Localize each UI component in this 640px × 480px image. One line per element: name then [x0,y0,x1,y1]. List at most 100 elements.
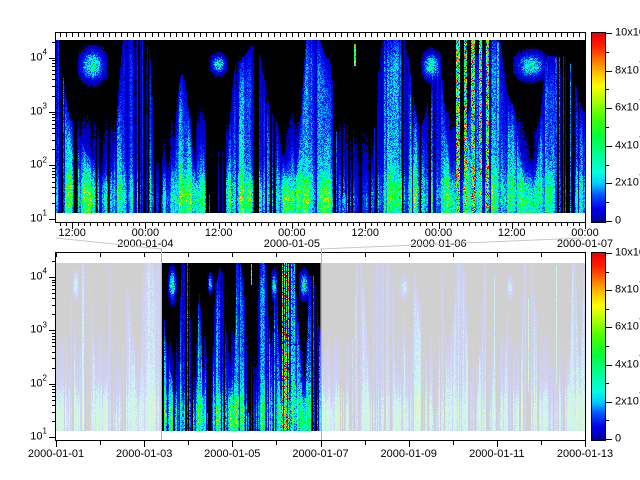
x-minor-tick [377,222,378,226]
y-minor-tick [52,298,55,299]
x-date-label: 2000-01-05 [204,449,260,460]
y-minor-tick [52,168,55,169]
x-inner-tick [84,33,85,37]
colorbar-major-tick [606,71,612,72]
colorbar-minor-tick [606,202,609,203]
x-inner-tick [548,33,549,37]
x-minor-tick [329,222,330,226]
x-minor-tick [567,222,568,226]
x-minor-tick [536,222,537,226]
x-inner-tick [524,33,525,37]
colorbar-tick-label: 4x107 [615,140,640,151]
x-minor-tick [518,222,519,226]
x-major-tick [56,440,57,447]
x-inner-tick [512,33,513,37]
y-tick-label: 102 [30,378,47,389]
y-minor-tick [52,171,55,172]
x-minor-tick [445,222,446,226]
x-inner-tick [206,33,207,37]
colorbar-major-tick [606,108,612,109]
x-inner-tick [243,33,244,37]
x-minor-tick [426,222,427,226]
x-inner-tick [335,33,336,37]
x-inner-tick [323,33,324,37]
x-inner-tick [500,33,501,37]
y-major-tick [49,384,55,385]
y-tick-label: 102 [30,160,47,171]
x-minor-tick [243,222,244,226]
x-inner-tick [304,33,305,37]
y-tick-label: 103 [30,325,47,336]
x-minor-tick [353,222,354,226]
x-inner-tick [542,33,543,37]
y-minor-tick [52,128,55,129]
x-inner-tick [90,33,91,37]
selection-left-handle[interactable] [161,248,162,440]
x-inner-tick [109,33,110,37]
y-major-tick [49,330,55,331]
x-minor-tick [432,222,433,226]
y-minor-tick [52,174,55,175]
y-minor-tick [52,396,55,397]
colorbar-major-tick [606,327,612,328]
y-minor-tick [52,305,55,306]
detail-spectrogram[interactable] [56,40,585,213]
x-inner-tick [225,33,226,37]
colorbar-tick-label: 0 [615,434,621,445]
x-inner-tick [298,33,299,37]
y-major-tick [49,58,55,59]
colorbar-tick-label: 8x107 [615,285,640,296]
x-minor-tick [206,222,207,226]
x-minor-tick [152,222,153,226]
x-minor-tick [280,222,281,226]
x-inner-tick [292,33,293,37]
y-tick-label: 103 [30,106,47,117]
x-inner-tick [409,253,410,257]
x-inner-tick [487,33,488,37]
y-major-tick [49,277,55,278]
colorbar-major-tick [606,439,612,440]
x-inner-tick [347,33,348,37]
x-inner-tick [420,33,421,37]
x-inner-tick [555,33,556,37]
selection-right-handle[interactable] [321,248,322,440]
x-minor-tick [323,222,324,226]
y-major-tick [49,437,55,438]
x-minor-tick [261,222,262,226]
x-minor-tick [194,222,195,226]
y-minor-tick [52,392,55,393]
x-minor-tick [579,222,580,226]
x-major-tick [585,440,586,447]
x-major-tick [409,440,410,447]
x-minor-tick [237,222,238,226]
x-time-label: 12:00 [205,228,233,239]
x-minor-tick [481,222,482,226]
x-inner-tick [66,33,67,37]
x-minor-tick [541,440,542,445]
x-inner-tick [194,33,195,37]
x-inner-tick [100,253,101,257]
x-inner-tick [506,33,507,37]
x-inner-tick [359,33,360,37]
y-minor-tick [52,261,55,262]
x-minor-tick [573,222,574,226]
x-inner-tick [579,33,580,37]
x-minor-tick [84,222,85,226]
y-minor-tick [52,66,55,67]
selection-window[interactable] [161,252,320,440]
x-minor-tick [103,222,104,226]
x-inner-tick [365,253,366,257]
x-minor-tick [402,222,403,226]
x-minor-tick [475,222,476,226]
x-inner-tick [341,33,342,37]
x-inner-tick [103,33,104,37]
x-inner-tick [585,253,586,257]
x-minor-tick [453,440,454,445]
colorbar-major-tick [606,183,612,184]
x-date-label: 2000-01-09 [381,449,437,460]
x-minor-tick [200,222,201,226]
colorbar-tick-label: 2x107 [615,396,640,407]
x-minor-tick [384,222,385,226]
colorbar-minor-tick [606,420,609,421]
x-minor-tick [469,222,470,226]
